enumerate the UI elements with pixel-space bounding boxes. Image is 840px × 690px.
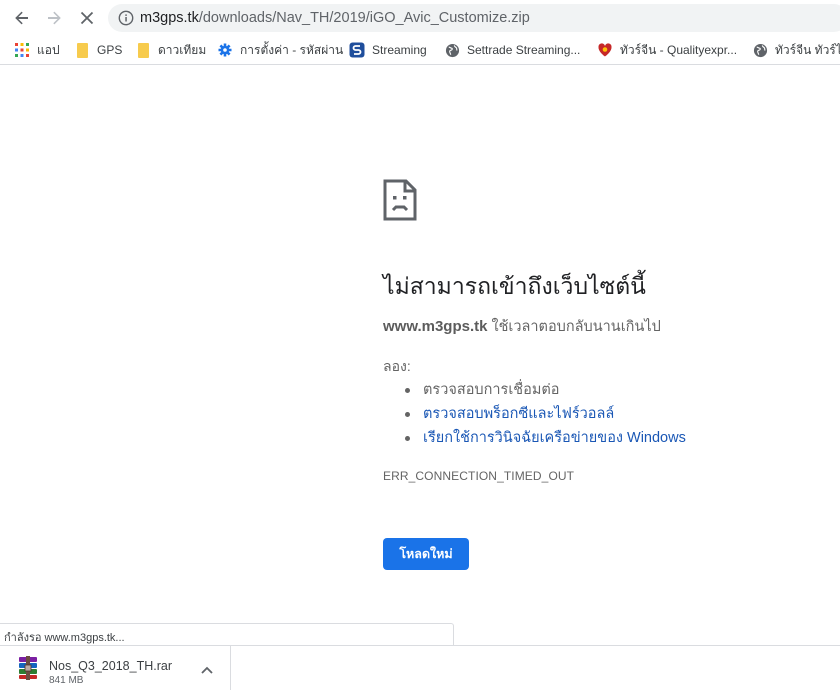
download-item[interactable]: Nos_Q3_2018_TH.rar 841 MB <box>0 646 231 690</box>
bookmark-settrade[interactable]: Settrade Streaming... <box>444 40 580 60</box>
download-shelf: Nos_Q3_2018_TH.rar 841 MB <box>0 645 840 690</box>
error-code: ERR_CONNECTION_TIMED_OUT <box>383 469 575 483</box>
address-bar[interactable]: m3gps.tk/downloads/Nav_TH/2019/iGO_Avic_… <box>108 4 840 32</box>
error-message-text: ใช้เวลาตอบกลับนานเกินไป <box>487 319 661 335</box>
info-icon[interactable] <box>118 10 134 26</box>
bookmark-label: ทัวร์จีน ทัวร์ไ <box>775 42 840 57</box>
forward-button[interactable] <box>41 6 67 30</box>
globe-icon <box>444 42 460 58</box>
close-icon <box>80 11 94 25</box>
chevron-up-icon <box>201 666 213 674</box>
url-text: m3gps.tk/downloads/Nav_TH/2019/iGO_Avic_… <box>140 10 530 26</box>
heart-logo-icon <box>597 42 613 58</box>
bookmark-label: แอป <box>37 42 60 57</box>
suggestions-list: ตรวจสอบการเชื่อมต่อ ตรวจสอบพร็อกซีและไฟร… <box>405 378 686 450</box>
list-item: เรียกใช้การวินิจฉัยเครือข่ายของ Windows <box>405 426 686 450</box>
arrow-left-icon <box>15 11 28 25</box>
bookmark-satellite[interactable]: ดาวเทียม <box>135 40 206 60</box>
rar-archive-icon <box>19 656 37 680</box>
suggestion-check-connection: ตรวจสอบการเชื่อมต่อ <box>423 382 560 398</box>
browser-toolbar: m3gps.tk/downloads/Nav_TH/2019/iGO_Avic_… <box>0 0 840 36</box>
globe-icon <box>752 42 768 58</box>
folder-icon <box>135 42 151 58</box>
download-filename: Nos_Q3_2018_TH.rar <box>49 659 172 673</box>
arrow-right-icon <box>48 11 61 25</box>
bookmark-qualityexpress[interactable]: ทัวร์จีน - Qualityexpr... <box>597 40 737 60</box>
suggestion-windows-diagnostics-link[interactable]: เรียกใช้การวินิจฉัยเครือข่ายของ Windows <box>423 430 686 446</box>
streaming-app-icon <box>349 42 365 58</box>
apps-grid-icon <box>14 42 30 58</box>
error-page: ไม่สามารถเข้าถึงเว็บไซต์นี้ www.m3gps.tk… <box>0 66 840 644</box>
bookmark-label: Streaming <box>372 43 427 57</box>
status-bubble: กำลังรอ www.m3gps.tk... <box>0 623 454 645</box>
url-host: m3gps.tk <box>140 10 199 26</box>
bookmark-label: GPS <box>97 43 123 57</box>
list-item: ตรวจสอบการเชื่อมต่อ <box>405 378 686 402</box>
bookmark-label: การตั้งค่า - รหัสผ่าน <box>240 42 344 57</box>
sad-page-icon <box>383 179 417 221</box>
error-host: www.m3gps.tk <box>383 318 488 335</box>
download-size: 841 MB <box>49 675 84 686</box>
download-menu-button[interactable] <box>199 662 215 678</box>
url-path: /downloads/Nav_TH/2019/iGO_Avic_Customiz… <box>198 10 530 26</box>
stop-loading-button[interactable] <box>74 6 100 30</box>
bookmark-streaming[interactable]: Streaming <box>349 40 427 60</box>
bookmark-label: ทัวร์จีน - Qualityexpr... <box>620 42 738 57</box>
gear-icon <box>217 42 233 58</box>
folder-icon <box>74 42 90 58</box>
bookmark-apps[interactable]: แอป <box>14 40 60 60</box>
try-label: ลอง: <box>383 358 411 374</box>
error-message: www.m3gps.tk ใช้เวลาตอบกลับนานเกินไป <box>383 315 661 338</box>
list-item: ตรวจสอบพร็อกซีและไฟร์วอลล์ <box>405 402 686 426</box>
bookmark-label: ดาวเทียม <box>158 42 207 57</box>
back-button[interactable] <box>9 6 35 30</box>
suggestion-check-proxy-firewall-link[interactable]: ตรวจสอบพร็อกซีและไฟร์วอลล์ <box>423 406 614 422</box>
bookmark-gps[interactable]: GPS <box>74 40 122 60</box>
bookmark-china-tour[interactable]: ทัวร์จีน ทัวร์ไ <box>752 40 840 60</box>
error-title: ไม่สามารถเข้าถึงเว็บไซต์นี้ <box>383 273 646 299</box>
bookmark-label: Settrade Streaming... <box>467 43 581 57</box>
reload-button[interactable]: โหลดใหม่ <box>383 538 469 570</box>
bookmark-settings-passwords[interactable]: การตั้งค่า - รหัสผ่าน <box>217 40 343 60</box>
bookmarks-bar: แอป GPS ดาวเทียม การตั้งค่า - รหัสผ่าน S… <box>0 36 840 65</box>
